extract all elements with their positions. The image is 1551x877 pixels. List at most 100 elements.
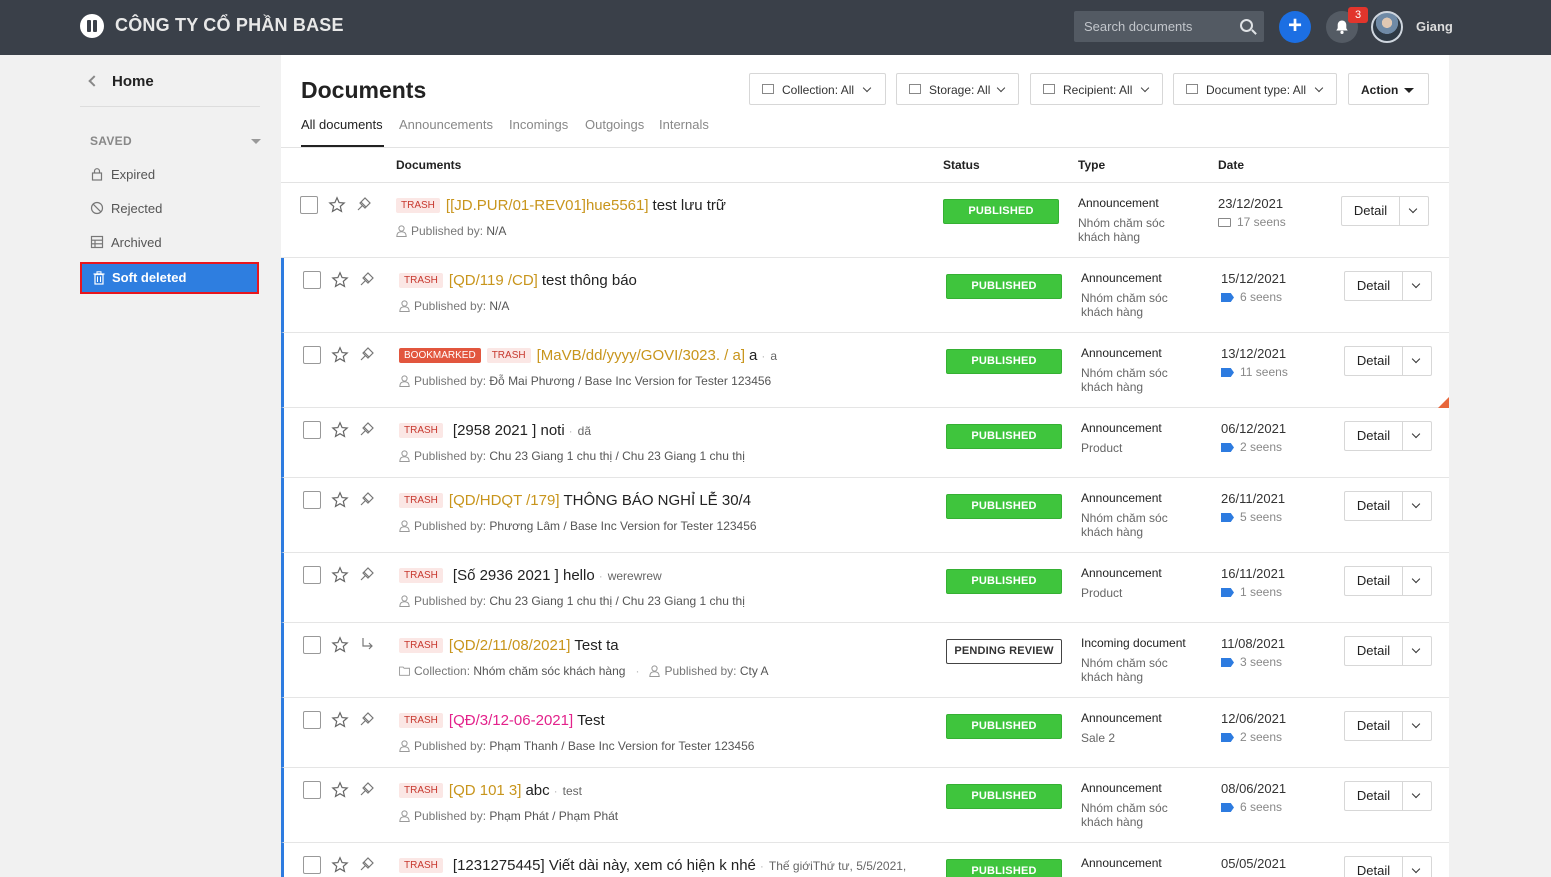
document-title[interactable]: [1231275445] Viết dài này, xem có hiện k… <box>453 857 756 874</box>
company-logo-icon[interactable] <box>80 14 104 38</box>
document-title[interactable]: [Số 2936 2021 ] hello <box>453 567 595 584</box>
row-checkbox[interactable] <box>300 196 318 214</box>
table-row[interactable]: TRASH [QD 101 3]abctest Published by: Phạm… <box>281 768 1449 843</box>
tab-outgoings[interactable]: Outgoings <box>585 117 644 132</box>
star-icon[interactable] <box>331 421 349 439</box>
pin-icon[interactable] <box>359 421 375 437</box>
document-title[interactable]: abc <box>525 782 549 799</box>
chevron-down-icon[interactable] <box>1411 789 1421 799</box>
document-code[interactable]: [QD/2/11/08/2021] <box>449 637 570 654</box>
pin-icon[interactable] <box>359 781 375 797</box>
document-code[interactable]: [QD/119 /CD] <box>449 272 538 289</box>
star-icon[interactable] <box>331 346 349 364</box>
detail-button[interactable]: Detail <box>1342 197 1400 225</box>
document-code[interactable]: [QĐ/3/12-06-2021] <box>449 712 573 729</box>
storage-filter[interactable]: Storage: All <box>896 73 1019 105</box>
table-row[interactable]: TRASH [1231275445] Viết dài này, xem có h… <box>281 843 1449 877</box>
row-checkbox[interactable] <box>303 271 321 289</box>
tab-announcements[interactable]: Announcements <box>399 117 493 132</box>
detail-button[interactable]: Detail <box>1345 567 1403 595</box>
chevron-down-icon[interactable] <box>1411 429 1421 439</box>
table-row[interactable]: TRASH [QĐ/3/12-06-2021] Test Published by: … <box>281 698 1449 768</box>
reply-arrow-icon[interactable] <box>359 636 375 652</box>
star-icon[interactable] <box>331 566 349 584</box>
table-row[interactable]: TRASH [Số 2936 2021 ] hello werewrew Publis… <box>281 553 1449 623</box>
row-checkbox[interactable] <box>303 711 321 729</box>
star-icon[interactable] <box>331 271 349 289</box>
star-icon[interactable] <box>331 781 349 799</box>
document-title[interactable]: a <box>749 347 757 364</box>
caret-down-icon[interactable] <box>251 139 261 144</box>
chevron-down-icon[interactable] <box>1411 499 1421 509</box>
detail-button[interactable]: Detail <box>1345 492 1403 520</box>
table-row[interactable]: TRASH [[JD.PUR/01-REV01]hue5561] test lưu … <box>281 183 1449 258</box>
user-avatar[interactable] <box>1371 11 1403 43</box>
document-title[interactable]: test thông báo <box>542 272 637 289</box>
star-icon[interactable] <box>331 711 349 729</box>
document-type-filter[interactable]: Document type: All <box>1173 73 1337 105</box>
pin-icon[interactable] <box>356 196 372 212</box>
chevron-down-icon[interactable] <box>1411 644 1421 654</box>
table-row[interactable]: BOOKMARKED TRASH [MaVB/dd/yyyy/GOVI/3023. … <box>281 333 1449 408</box>
pin-icon[interactable] <box>359 711 375 727</box>
detail-button[interactable]: Detail <box>1345 422 1403 450</box>
row-checkbox[interactable] <box>303 636 321 654</box>
chevron-left-icon[interactable] <box>88 75 100 87</box>
document-code[interactable]: [QD/HDQT /179] <box>449 492 560 509</box>
chevron-down-icon[interactable] <box>1411 279 1421 289</box>
document-title[interactable]: Test ta <box>574 637 618 654</box>
document-code[interactable]: [QD 101 3] <box>449 782 522 799</box>
published-by-value: N/A <box>486 224 507 238</box>
collection-filter[interactable]: Collection: All <box>749 73 886 105</box>
document-code[interactable]: [MaVB/dd/yyyy/GOVI/3023. / a] <box>537 347 745 364</box>
star-icon[interactable] <box>331 491 349 509</box>
detail-button[interactable]: Detail <box>1345 712 1403 740</box>
detail-button[interactable]: Detail <box>1345 272 1403 300</box>
action-button[interactable]: Action <box>1348 73 1429 105</box>
status-badge: PUBLISHED <box>946 784 1062 809</box>
chevron-down-icon[interactable] <box>1411 354 1421 364</box>
create-button[interactable]: + <box>1279 11 1311 43</box>
row-checkbox[interactable] <box>303 346 321 364</box>
table-row[interactable]: TRASH [QD/119 /CD] test thông báo Published… <box>281 258 1449 333</box>
chevron-down-icon[interactable] <box>1411 719 1421 729</box>
chevron-down-icon[interactable] <box>1411 574 1421 584</box>
row-checkbox[interactable] <box>303 856 321 874</box>
detail-button[interactable]: Detail <box>1345 857 1403 877</box>
home-link[interactable]: Home <box>112 73 154 90</box>
document-code[interactable]: [[JD.PUR/01-REV01]hue5561] <box>446 197 649 214</box>
user-name[interactable]: Giang <box>1416 19 1453 34</box>
pin-icon[interactable] <box>359 491 375 507</box>
sidebar-item-soft-deleted[interactable]: Soft deleted <box>80 262 259 294</box>
table-row[interactable]: TRASH [QD/2/11/08/2021] Test ta Collection:… <box>281 623 1449 698</box>
row-checkbox[interactable] <box>303 491 321 509</box>
recipient-filter[interactable]: Recipient: All <box>1030 73 1163 105</box>
chevron-down-icon[interactable] <box>1408 204 1418 214</box>
tab-incomings[interactable]: Incomings <box>509 117 568 132</box>
detail-button[interactable]: Detail <box>1345 347 1403 375</box>
pin-icon[interactable] <box>359 566 375 582</box>
search-input[interactable] <box>1074 11 1264 42</box>
tab-all-documents[interactable]: All documents <box>301 117 383 132</box>
detail-button[interactable]: Detail <box>1345 782 1403 810</box>
document-title[interactable]: test lưu trữ <box>653 197 726 214</box>
row-checkbox[interactable] <box>303 566 321 584</box>
seen-count: 1 seens <box>1221 585 1282 599</box>
pin-icon[interactable] <box>359 856 375 872</box>
star-icon[interactable] <box>328 196 346 214</box>
document-title[interactable]: [2958 2021 ] noti <box>453 422 565 439</box>
document-title[interactable]: THÔNG BÁO NGHỈ LỄ 30/4 <box>564 492 752 509</box>
star-icon[interactable] <box>331 636 349 654</box>
pin-icon[interactable] <box>359 271 375 287</box>
document-title[interactable]: Test <box>577 712 605 729</box>
row-checkbox[interactable] <box>303 421 321 439</box>
table-row[interactable]: TRASH [QD/HDQT /179] THÔNG BÁO NGHỈ LỄ 30/… <box>281 478 1449 553</box>
search-icon[interactable] <box>1240 19 1253 32</box>
detail-button[interactable]: Detail <box>1345 637 1403 665</box>
star-icon[interactable] <box>331 856 349 874</box>
tab-internals[interactable]: Internals <box>659 117 709 132</box>
pin-icon[interactable] <box>359 346 375 362</box>
chevron-down-icon[interactable] <box>1411 864 1421 874</box>
row-checkbox[interactable] <box>303 781 321 799</box>
table-row[interactable]: TRASH [2958 2021 ] noti dã Published by: Ch… <box>281 408 1449 478</box>
